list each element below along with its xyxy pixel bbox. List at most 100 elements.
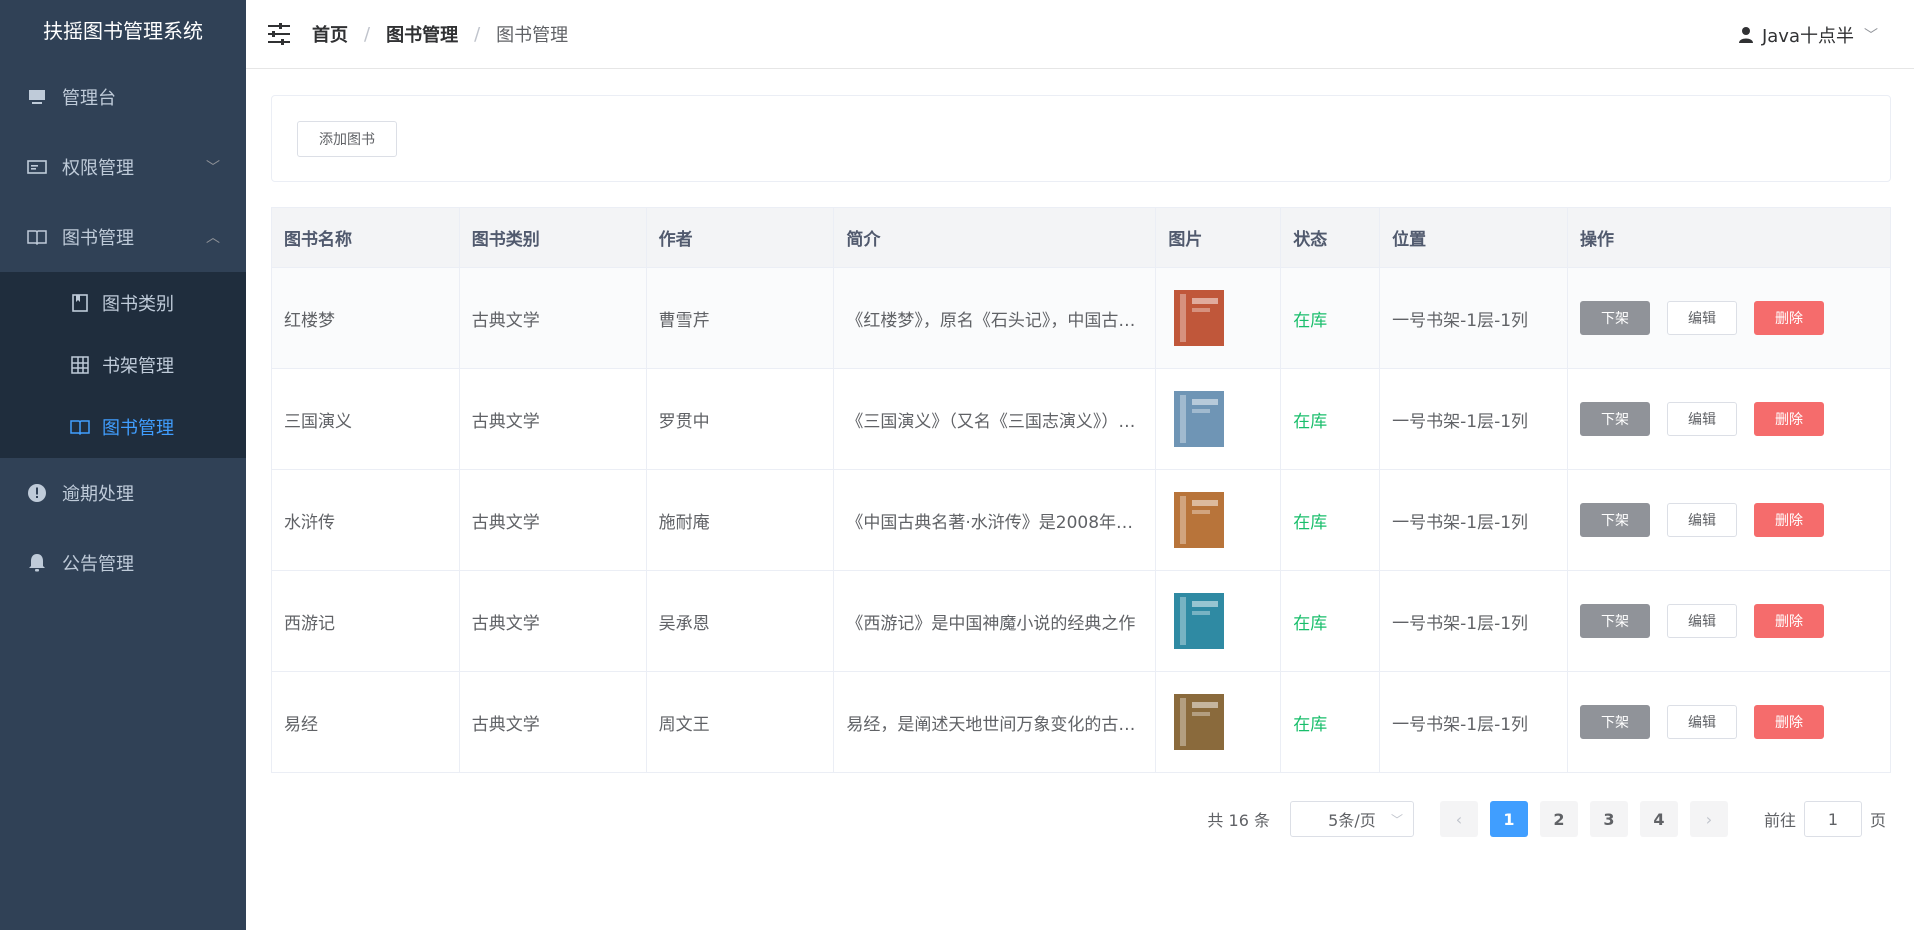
goto-label: 前往	[1763, 811, 1796, 830]
sidebar-item-label: 图书管理	[62, 228, 134, 249]
book-cover-cell	[1155, 570, 1282, 672]
book-location-cell: 一号书架-1层-1列	[1379, 368, 1569, 470]
book-cover-image	[1174, 290, 1225, 346]
edit-button[interactable]: 编辑	[1667, 402, 1738, 436]
toolbar-card: 添加图书	[271, 95, 1891, 182]
book-location-cell: 一号书架-1层-1列	[1379, 267, 1569, 369]
goto-suffix: 页	[1869, 811, 1886, 830]
book-cover-cell	[1155, 368, 1282, 470]
breadcrumb-separator: /	[364, 23, 371, 45]
delete-button[interactable]: 删除	[1754, 301, 1825, 335]
sidebar-item-book-category[interactable]: 图书类别	[0, 272, 246, 334]
chevron-up-icon: ︿	[206, 230, 220, 246]
user-name: Java十点半	[1761, 25, 1854, 47]
take-off-shelf-button[interactable]: 下架	[1580, 705, 1651, 739]
page-button[interactable]: 4	[1639, 801, 1678, 837]
chevron-down-icon: ﹀	[206, 160, 220, 176]
warning-icon	[26, 482, 48, 504]
bell-icon	[26, 552, 48, 574]
sidebar-item-label: 管理台	[62, 88, 116, 109]
book-name-cell: 红楼梦	[271, 267, 460, 369]
monitor-icon	[26, 86, 48, 108]
menu-toggle-icon[interactable]	[266, 21, 292, 47]
edit-button[interactable]: 编辑	[1667, 503, 1738, 537]
add-book-button[interactable]: 添加图书	[297, 121, 397, 157]
book-intro-text: 《三国演义》（又名《三国志演义》）是元末明初小说家	[846, 411, 1142, 432]
book-intro-cell: 《西游记》是中国神魔小说的经典之作	[833, 570, 1157, 672]
breadcrumb-home[interactable]: 首页	[312, 21, 348, 47]
page-size-value: 5条/页	[1328, 811, 1376, 830]
book-category-cell: 古典文学	[459, 368, 647, 470]
book-intro-cell: 《三国演义》（又名《三国志演义》）是元末明初小说家	[833, 368, 1157, 470]
prev-page-button[interactable]: ‹	[1439, 801, 1478, 837]
column-header: 位置	[1379, 207, 1569, 268]
goto-page: 前往 页	[1764, 801, 1886, 837]
book-status-cell: 在库	[1280, 267, 1381, 369]
book-location-cell: 一号书架-1层-1列	[1379, 570, 1569, 672]
book-actions-cell: 下架 编辑 删除	[1567, 267, 1891, 369]
sidebar-item-label: 图书管理	[102, 418, 174, 439]
app-title: 扶摇图书管理系统	[43, 19, 203, 43]
page-button[interactable]: 1	[1489, 801, 1528, 837]
column-header: 图片	[1155, 207, 1282, 268]
book-category-cell: 古典文学	[459, 267, 647, 369]
book-author-cell: 周文王	[646, 671, 835, 773]
sidebar-item-books[interactable]: 图书管理 ︿	[0, 202, 246, 272]
sidebar-item-permissions[interactable]: 权限管理 ﹀	[0, 132, 246, 202]
status-badge: 在库	[1293, 310, 1328, 331]
status-badge: 在库	[1293, 613, 1328, 634]
column-header: 图书类别	[459, 207, 647, 268]
book-author-cell: 施耐庵	[646, 469, 835, 571]
book-open-icon	[70, 417, 90, 437]
bookmark-icon	[70, 293, 90, 313]
book-cover-cell	[1155, 671, 1282, 773]
take-off-shelf-button[interactable]: 下架	[1580, 301, 1651, 335]
book-intro-cell: 《中国古典名著·水浒传》是2008年出版的图书	[833, 469, 1157, 571]
book-cover-image	[1174, 492, 1225, 548]
grid-icon	[70, 355, 90, 375]
table-row: 红楼梦古典文学曹雪芹《红楼梦》，原名《石头记》，中国古典四大名著之首 在库 一号书架…	[271, 267, 1891, 369]
breadcrumb-current: 图书管理	[496, 25, 569, 46]
book-name-cell: 易经	[271, 671, 460, 773]
page-size-select[interactable]: 5条/页 ﹀	[1289, 801, 1414, 837]
breadcrumb: 首页 / 图书管理 / 图书管理	[312, 21, 568, 47]
table-row: 西游记 古典文学 吴承恩 《西游记》是中国神魔小说的经典之作 在库 一号书架-1层-1列下…	[271, 570, 1891, 672]
book-author-cell: 吴承恩	[646, 570, 835, 672]
table-row: 三国演义古典文学罗贯中《三国演义》（又名《三国志演义》）是元末明初小说家 在库 一号…	[271, 368, 1891, 470]
sidebar-item-shelf[interactable]: 书架管理	[0, 334, 246, 396]
page-button[interactable]: 3	[1589, 801, 1628, 837]
edit-button[interactable]: 编辑	[1667, 604, 1738, 638]
delete-button[interactable]: 删除	[1754, 604, 1825, 638]
breadcrumb-books[interactable]: 图书管理	[386, 21, 458, 47]
status-badge: 在库	[1293, 512, 1328, 533]
delete-button[interactable]: 删除	[1754, 503, 1825, 537]
book-name-cell: 水浒传	[271, 469, 460, 571]
book-intro-cell: 易经，是阐述天地世间万象变化的古老经典	[833, 671, 1157, 773]
book-status-cell: 在库	[1280, 671, 1381, 773]
edit-button[interactable]: 编辑	[1667, 301, 1738, 335]
book-name-cell: 西游记	[271, 570, 460, 672]
column-header: 简介	[833, 207, 1157, 268]
edit-button[interactable]: 编辑	[1667, 705, 1738, 739]
sidebar-item-notices[interactable]: 公告管理	[0, 528, 246, 598]
sidebar-item-overdue[interactable]: 逾期处理	[0, 458, 246, 528]
user-menu[interactable]: Java十点半 ﹀	[1738, 0, 1878, 69]
book-open-icon	[26, 226, 48, 248]
page-button[interactable]: 2	[1539, 801, 1578, 837]
take-off-shelf-button[interactable]: 下架	[1580, 503, 1651, 537]
delete-button[interactable]: 删除	[1754, 402, 1825, 436]
id-card-icon	[26, 156, 48, 178]
sidebar-item-console[interactable]: 管理台	[0, 62, 246, 132]
goto-page-input[interactable]	[1803, 801, 1862, 837]
delete-button[interactable]: 删除	[1754, 705, 1825, 739]
book-intro-text: 《红楼梦》，原名《石头记》，中国古典四大名著之首	[846, 310, 1142, 331]
book-category-cell: 古典文学	[459, 469, 647, 571]
pagination: 共 16 条 5条/页 ﹀ ‹ 1 2 3 4 › 前往 页	[1207, 801, 1886, 837]
breadcrumb-separator: /	[474, 23, 481, 45]
status-badge: 在库	[1293, 714, 1328, 735]
take-off-shelf-button[interactable]: 下架	[1580, 604, 1651, 638]
take-off-shelf-button[interactable]: 下架	[1580, 402, 1651, 436]
next-page-button[interactable]: ›	[1689, 801, 1728, 837]
sidebar-item-book-manage[interactable]: 图书管理	[0, 396, 246, 458]
books-submenu: 图书类别 书架管理 图书管理	[0, 272, 246, 458]
